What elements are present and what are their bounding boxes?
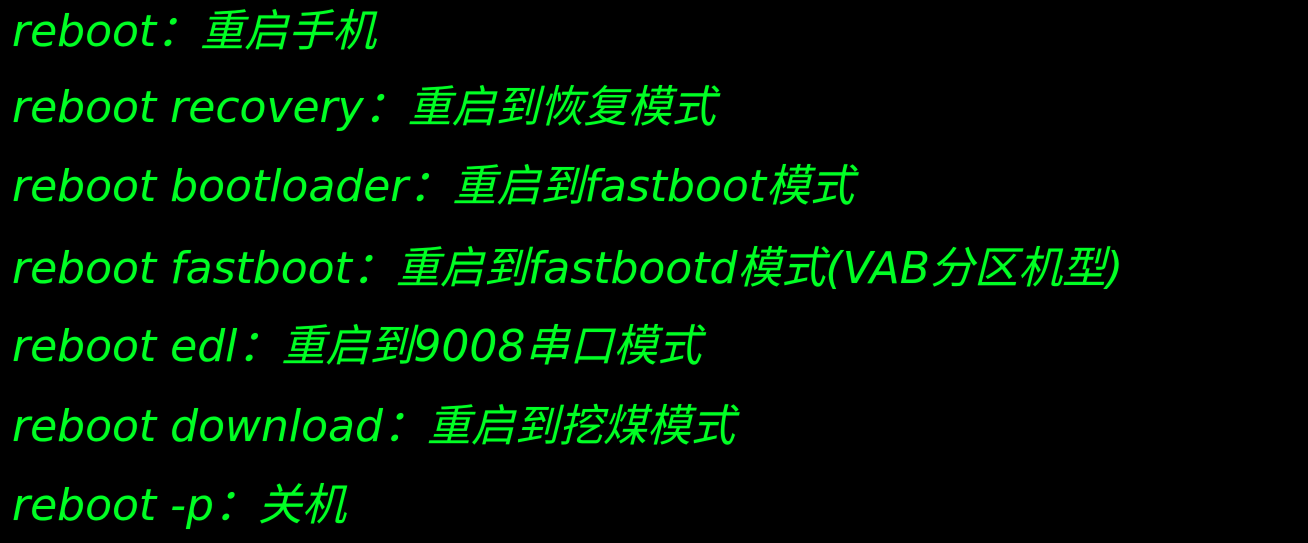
command-line-reboot: reboot：重启手机 [12, 6, 377, 57]
command-list: reboot：重启手机 reboot recovery：重启到恢复模式 rebo… [12, 0, 1308, 543]
command-line-reboot-download: reboot download：重启到挖煤模式 [12, 401, 735, 452]
command-line-reboot-recovery: reboot recovery：重启到恢复模式 [12, 82, 716, 133]
command-line-reboot-fastboot: reboot fastboot：重启到fastbootd模式(VAB分区机型) [12, 243, 1124, 294]
command-line-reboot-edl: reboot edl：重启到9008串口模式 [12, 321, 702, 372]
command-line-reboot-bootloader: reboot bootloader：重启到fastboot模式 [12, 161, 855, 212]
command-line-reboot-poweroff: reboot -p：关机 [12, 480, 346, 531]
